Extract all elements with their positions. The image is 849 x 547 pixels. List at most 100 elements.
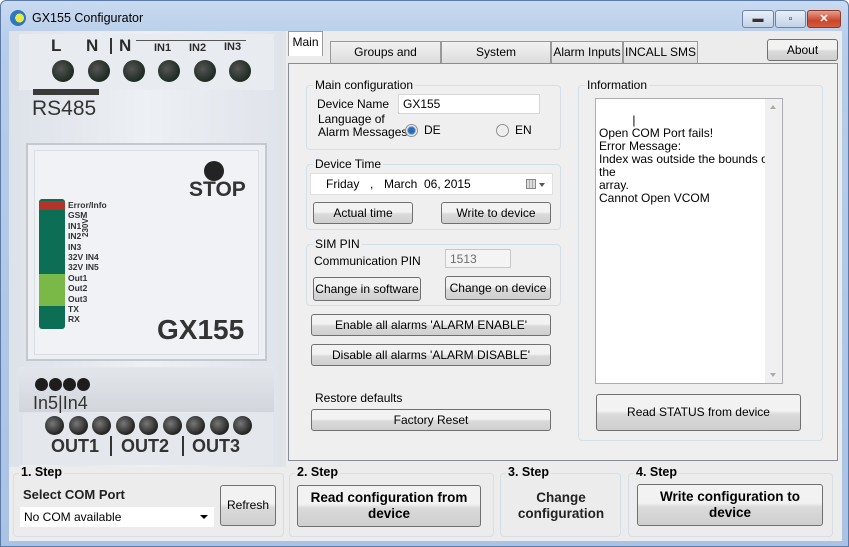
radio-de-label: DE [424, 123, 441, 137]
maximize-icon: ▫ [788, 13, 793, 25]
dropdown-arrow-icon[interactable] [539, 183, 545, 187]
group-title: SIM PIN [313, 237, 362, 251]
calendar-icon[interactable] [526, 179, 536, 189]
screw-terminal [92, 416, 111, 435]
com-port-select[interactable]: No COM available [20, 507, 214, 527]
group-title: Device Time [313, 157, 384, 171]
write-configuration-button[interactable]: Write configuration to device [637, 484, 823, 526]
screw-terminal [52, 60, 74, 82]
step-1-group: 1. Step Select COM Port No COM available… [13, 465, 284, 537]
disable-all-alarms-button[interactable]: Disable all alarms 'ALARM DISABLE' [311, 344, 551, 366]
terminal-label: IN3 [224, 41, 242, 53]
step-4-group: 4. Step Write configuration to device [628, 465, 833, 537]
led-strip [39, 199, 65, 329]
group-title: Main configuration [313, 78, 416, 92]
led-label: Out2 [68, 283, 88, 294]
minimize-button[interactable]: ▬ [742, 10, 774, 28]
step-title: 4. Step [634, 465, 679, 479]
read-status-button[interactable]: Read STATUS from device [596, 394, 801, 431]
step-title: 1. Step [19, 465, 64, 479]
device-image: L N N IN1 IN2 IN3 RS485 STOP Error/Info … [9, 31, 286, 467]
step-title: 2. Step [295, 465, 340, 479]
write-time-to-device-button[interactable]: Write to device [441, 202, 551, 224]
terminal-divider [110, 38, 112, 54]
led-label: TX [68, 304, 79, 314]
tab-groups-and-contacts[interactable]: Groups and Contacts [330, 41, 441, 79]
led-label: IN2 [68, 231, 82, 242]
information-scrollbar[interactable] [765, 99, 782, 383]
change-in-software-button[interactable]: Change in software [313, 277, 421, 301]
change-configuration-text: Change configuration [517, 490, 605, 521]
screw-terminal [158, 60, 180, 82]
led-label: 32V IN4 [68, 252, 99, 262]
out-divider [182, 436, 184, 456]
screw-terminal [88, 60, 110, 82]
screw-terminal [229, 60, 251, 82]
radio-de[interactable] [405, 124, 418, 137]
device-name-label: Device Name [317, 97, 390, 111]
in-terminal-label: In5|In4 [33, 393, 88, 413]
screw-terminal [45, 416, 64, 435]
out-divider [110, 436, 112, 456]
terminal-label: N [119, 36, 132, 55]
device-name-input[interactable] [398, 94, 540, 114]
scroll-up-icon[interactable] [770, 105, 776, 109]
group-title: Information [585, 78, 650, 92]
date-day-year: 06, 2015 [424, 177, 471, 191]
small-terminal [63, 378, 76, 391]
terminal-label: L [51, 36, 62, 55]
app-logo-icon [10, 10, 26, 26]
screw-terminal [69, 416, 88, 435]
communication-pin-label: Communication PIN [314, 254, 421, 268]
led-label: Error/Info [68, 200, 107, 210]
change-on-device-button[interactable]: Change on device [445, 276, 551, 300]
enable-all-alarms-button[interactable]: Enable all alarms 'ALARM ENABLE' [311, 314, 551, 336]
communication-pin-input[interactable] [445, 249, 511, 268]
refresh-button[interactable]: Refresh [220, 485, 276, 526]
client-area: L N N IN1 IN2 IN3 RS485 STOP Error/Info … [9, 31, 842, 541]
factory-reset-button[interactable]: Factory Reset [311, 409, 551, 431]
dropdown-arrow-icon [200, 515, 208, 519]
radio-en-label: EN [515, 123, 532, 137]
out-label: OUT1 [51, 436, 100, 456]
tab-system-configuration[interactable]: System configuration [441, 41, 551, 79]
title-bar: GX155 Configurator ▬ ▫ ✕ [1, 1, 848, 31]
about-button[interactable]: About [767, 39, 838, 61]
stop-label: STOP [189, 178, 246, 201]
device-time-datepicker[interactable]: Friday , March 06, 2015 [310, 173, 553, 195]
rs485-label: RS485 [32, 97, 97, 120]
voltage-label: 230V [81, 218, 90, 237]
radio-en[interactable] [496, 124, 509, 137]
screw-terminal [116, 416, 135, 435]
date-separator: , [370, 177, 374, 191]
small-terminal [77, 378, 90, 391]
actual-time-button[interactable]: Actual time [313, 202, 413, 224]
led-label: RX [68, 314, 80, 325]
model-label: GX155 [157, 314, 245, 345]
close-icon: ✕ [819, 13, 829, 25]
screw-terminal [194, 60, 216, 82]
tab-incall-sms[interactable]: INCALL SMS [623, 41, 698, 63]
led-label: Out3 [68, 293, 88, 304]
out-label: OUT3 [192, 436, 241, 456]
screw-terminal [123, 60, 145, 82]
led-error [39, 201, 65, 210]
tab-alarm-inputs[interactable]: Alarm Inputs [551, 41, 623, 63]
app-window: GX155 Configurator ▬ ▫ ✕ L N N IN1 IN2 I… [0, 0, 849, 547]
step-title: 3. Step [506, 465, 551, 479]
select-com-port-label: Select COM Port [23, 487, 125, 502]
window-title: GX155 Configurator [32, 11, 144, 25]
information-textarea[interactable]: | Open COM Port fails! Error Message: In… [595, 98, 783, 384]
read-configuration-button[interactable]: Read configuration from device [297, 485, 481, 527]
terminal-label: N [86, 36, 99, 55]
terminal-label: IN2 [189, 42, 207, 54]
close-button[interactable]: ✕ [807, 10, 841, 28]
date-day: Friday [326, 177, 360, 191]
minimize-icon: ▬ [752, 13, 764, 25]
screw-terminal [139, 416, 158, 435]
screw-terminal [210, 416, 229, 435]
scroll-down-icon[interactable] [770, 373, 776, 377]
tab-main[interactable]: Main [288, 31, 323, 56]
main-tab-panel: Main configuration Device Name Language … [288, 63, 838, 461]
maximize-button[interactable]: ▫ [775, 10, 806, 28]
